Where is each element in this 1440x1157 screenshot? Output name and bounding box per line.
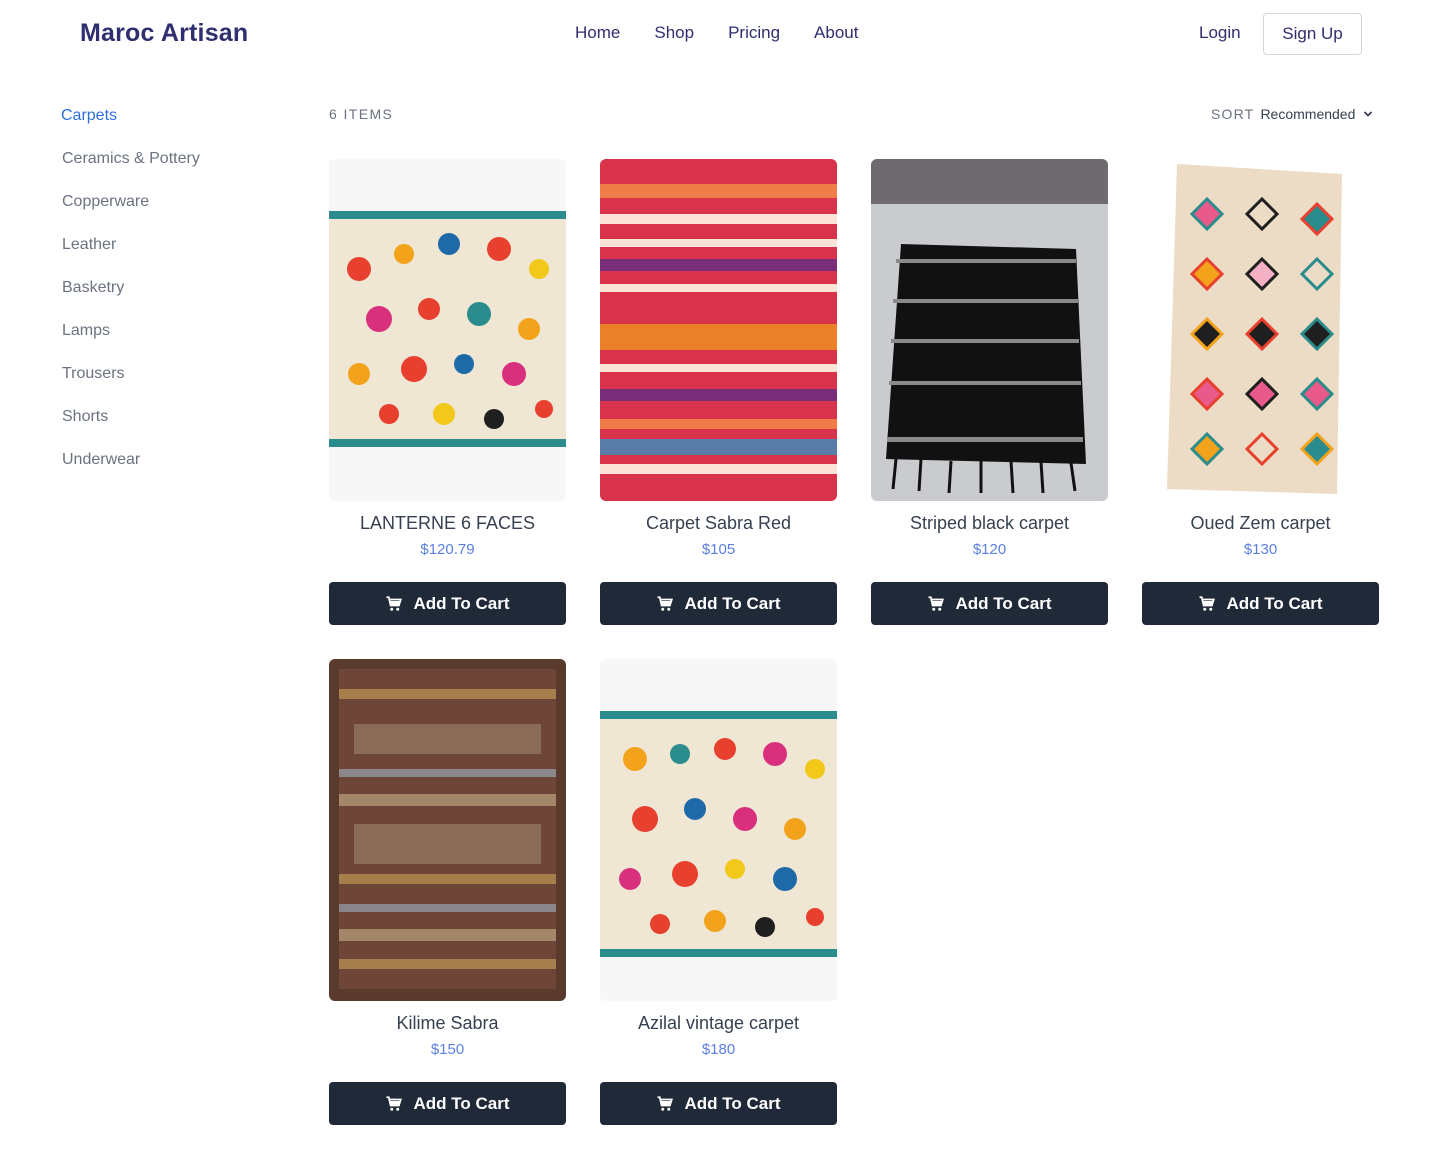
product-price: $120.79 xyxy=(420,541,475,558)
rug-image xyxy=(600,659,837,1001)
product-card: Oued Zem carpet $130 Add To Cart xyxy=(1142,159,1379,625)
product-card: Azilal vintage carpet $180 Add To Cart xyxy=(600,659,837,1125)
add-to-cart-label: Add To Cart xyxy=(684,1093,781,1113)
category-basketry[interactable]: Basketry xyxy=(61,278,281,321)
cart-icon xyxy=(928,595,945,611)
product-image[interactable] xyxy=(871,159,1108,501)
product-title[interactable]: LANTERNE 6 FACES xyxy=(329,513,566,537)
category-sidebar: Carpets Ceramics & Pottery Copperware Le… xyxy=(61,106,281,493)
product-title[interactable]: Carpet Sabra Red xyxy=(600,513,837,537)
product-image[interactable] xyxy=(1142,159,1379,501)
category-carpets[interactable]: Carpets xyxy=(61,106,281,149)
cart-icon xyxy=(1199,595,1216,611)
product-price: $130 xyxy=(1243,541,1278,558)
sort-control[interactable]: SORT Recommended xyxy=(1211,106,1373,122)
item-count: 6 ITEMS xyxy=(329,106,394,122)
product-card: Carpet Sabra Red $105 Add To Cart xyxy=(600,159,837,625)
add-to-cart-button[interactable]: Add To Cart xyxy=(871,582,1108,625)
cart-icon xyxy=(386,595,403,611)
nav-home[interactable]: Home xyxy=(575,23,620,43)
add-to-cart-button[interactable]: Add To Cart xyxy=(1142,582,1379,625)
add-to-cart-button[interactable]: Add To Cart xyxy=(329,1082,566,1125)
product-price: $180 xyxy=(701,1041,736,1058)
nav-pricing[interactable]: Pricing xyxy=(728,23,780,43)
product-image[interactable] xyxy=(329,659,566,1001)
category-lamps[interactable]: Lamps xyxy=(61,321,281,364)
rug-image xyxy=(1142,159,1379,501)
product-title[interactable]: Azilal vintage carpet xyxy=(600,1013,837,1037)
sort-select[interactable]: Recommended xyxy=(1260,106,1355,122)
category-trousers[interactable]: Trousers xyxy=(61,364,281,407)
signup-button[interactable]: Sign Up xyxy=(1263,13,1362,55)
chevron-down-icon[interactable] xyxy=(1363,109,1373,119)
add-to-cart-button[interactable]: Add To Cart xyxy=(600,1082,837,1125)
add-to-cart-label: Add To Cart xyxy=(1226,593,1323,613)
add-to-cart-label: Add To Cart xyxy=(955,593,1052,613)
product-price: $105 xyxy=(701,541,736,558)
nav-about[interactable]: About xyxy=(814,23,858,43)
product-title[interactable]: Kilime Sabra xyxy=(329,1013,566,1037)
product-title[interactable]: Striped black carpet xyxy=(871,513,1108,537)
product-card: Kilime Sabra $150 Add To Cart xyxy=(329,659,566,1125)
rug-image xyxy=(871,159,1108,501)
category-leather[interactable]: Leather xyxy=(61,235,281,278)
product-image[interactable] xyxy=(329,159,566,501)
add-to-cart-button[interactable]: Add To Cart xyxy=(329,582,566,625)
sort-label: SORT xyxy=(1211,106,1255,122)
category-shorts[interactable]: Shorts xyxy=(61,407,281,450)
login-link[interactable]: Login xyxy=(1199,23,1241,43)
add-to-cart-label: Add To Cart xyxy=(684,593,781,613)
add-to-cart-button[interactable]: Add To Cart xyxy=(600,582,837,625)
product-price: $120 xyxy=(972,541,1007,558)
rug-image xyxy=(329,659,566,1001)
category-copperware[interactable]: Copperware xyxy=(61,192,281,235)
cart-icon xyxy=(657,595,674,611)
rug-image xyxy=(600,159,837,501)
brand-logo[interactable]: Maroc Artisan xyxy=(80,19,248,48)
main-nav: Home Shop Pricing About xyxy=(575,23,858,43)
category-underwear[interactable]: Underwear xyxy=(61,450,281,493)
nav-shop[interactable]: Shop xyxy=(654,23,694,43)
product-title[interactable]: Oued Zem carpet xyxy=(1142,513,1379,537)
product-image[interactable] xyxy=(600,159,837,501)
product-price: $150 xyxy=(430,1041,465,1058)
add-to-cart-label: Add To Cart xyxy=(413,1093,510,1113)
category-ceramics-pottery[interactable]: Ceramics & Pottery xyxy=(61,149,281,192)
cart-icon xyxy=(657,1095,674,1111)
product-image[interactable] xyxy=(600,659,837,1001)
add-to-cart-label: Add To Cart xyxy=(413,593,510,613)
rug-image xyxy=(329,159,566,501)
product-card: Striped black carpet $120 Add To Cart xyxy=(871,159,1108,625)
cart-icon xyxy=(386,1095,403,1111)
product-card: LANTERNE 6 FACES $120.79 Add To Cart xyxy=(329,159,566,625)
site-header: Maroc Artisan Home Shop Pricing About Lo… xyxy=(0,0,1440,70)
